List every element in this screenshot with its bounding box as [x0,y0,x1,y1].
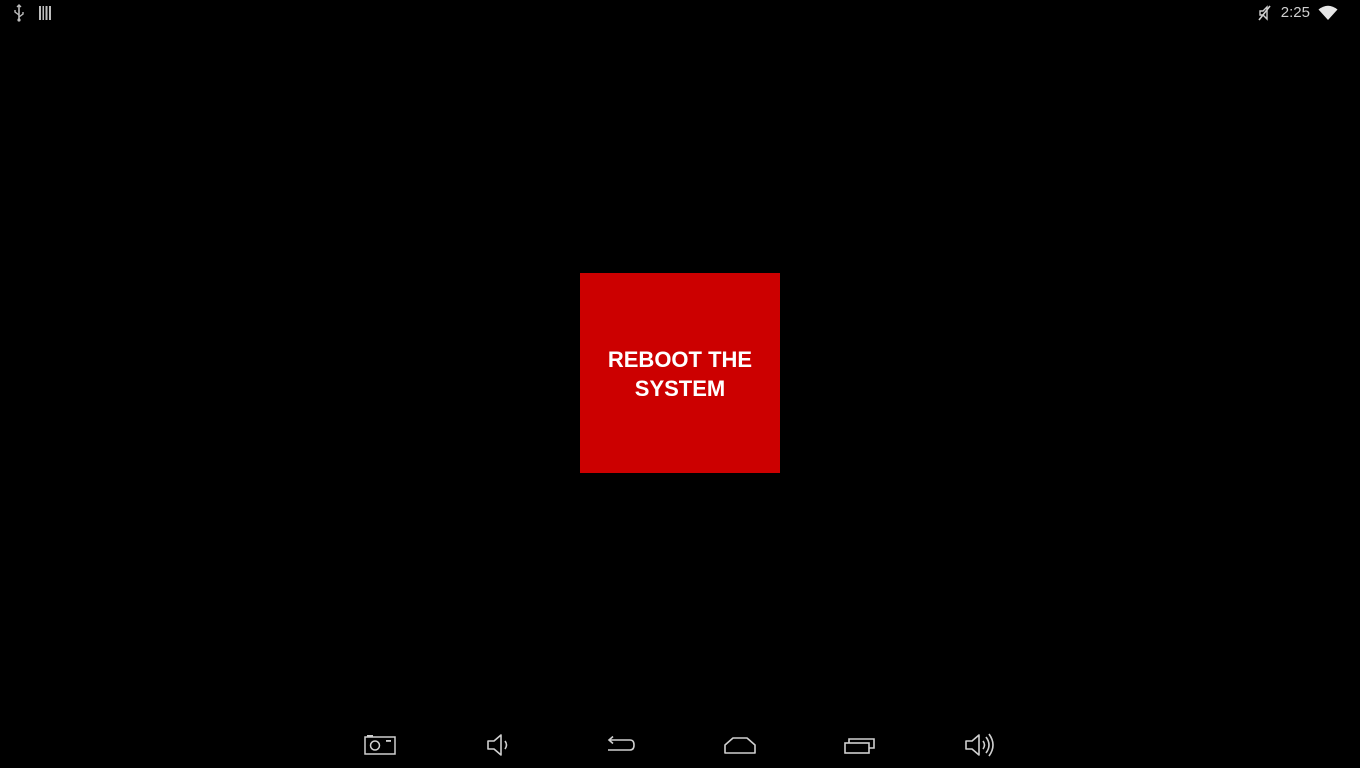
navigation-bar [0,720,1360,768]
volume-up-button[interactable] [950,728,1010,762]
barcode-icon [38,5,52,21]
status-right-icons: 2:25 [1257,3,1338,23]
volume-down-icon [486,733,514,757]
recent-apps-icon [843,735,877,755]
recent-apps-button[interactable] [830,728,890,762]
status-time: 2:25 [1280,4,1310,21]
screen: 2:25 REBOOT THE SYSTEM [0,0,1360,768]
status-bar: 2:25 [0,0,1360,25]
mute-icon [1257,4,1273,22]
volume-up-icon [964,732,996,758]
screenshot-icon [364,734,396,756]
reboot-button[interactable]: REBOOT THE SYSTEM [580,273,780,473]
back-icon [604,735,636,755]
home-button[interactable] [710,728,770,762]
home-icon [723,735,757,755]
usb-icon [12,4,26,22]
status-left-icons [12,4,52,22]
screenshot-button[interactable] [350,728,410,762]
volume-down-button[interactable] [470,728,530,762]
wifi-icon [1318,5,1338,21]
back-button[interactable] [590,728,650,762]
reboot-button-label: REBOOT THE SYSTEM [607,347,753,401]
